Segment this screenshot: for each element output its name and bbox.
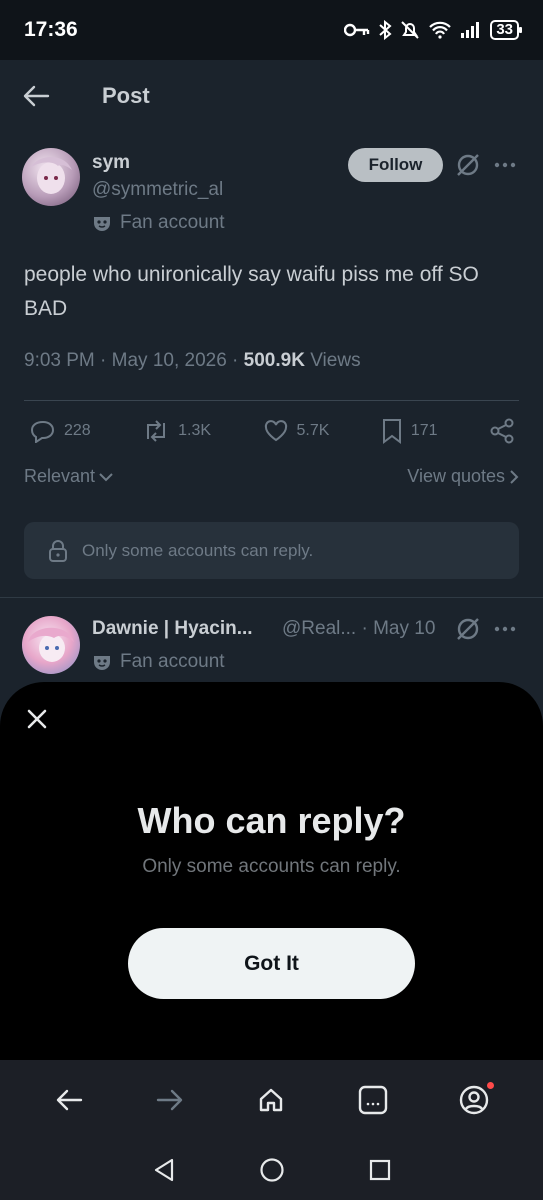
view-quotes-link[interactable]: View quotes [407,466,519,487]
bookmark-icon [382,419,401,444]
system-home-icon[interactable] [259,1157,285,1183]
key-icon [344,23,370,37]
like-count: 5.7K [296,422,330,439]
like-icon [264,420,287,442]
author-avatar[interactable] [22,148,80,206]
back-arrow-icon [56,1089,82,1111]
chevron-down-icon [99,472,113,481]
browser-tabs-button[interactable] [351,1078,395,1122]
status-icons: 33 [344,20,522,40]
tabs-icon [358,1085,388,1115]
status-time: 17:36 [24,18,78,41]
bookmark-action[interactable]: 171 [381,418,438,444]
repost-icon [147,420,166,442]
repost-action[interactable]: 1.3K [142,419,211,443]
reply-action[interactable]: 228 [30,419,91,443]
more-icon[interactable] [493,616,517,642]
bluetooth-icon [379,20,392,40]
close-icon[interactable] [24,706,50,732]
reply-restriction-banner: Only some accounts can reply. [24,522,519,579]
sort-dropdown[interactable]: Relevant [24,466,113,487]
browser-back-button[interactable] [47,1078,91,1122]
more-icon[interactable] [493,152,517,178]
author-badge-label: Fan account [120,212,225,233]
share-icon[interactable] [489,418,515,444]
mask-icon [94,656,110,670]
who-can-reply-sheet: Who can reply? Only some accounts can re… [0,682,543,1060]
post-views-label: Views [304,350,361,371]
profile-icon [460,1085,489,1115]
mask-icon [94,217,110,231]
got-it-button[interactable]: Got It [128,928,415,999]
page-title: Post [102,83,150,108]
post-views-count: 500.9K [243,350,305,371]
reply-restriction-text: Only some accounts can reply. [82,540,314,560]
mute-bell-icon [401,21,420,39]
browser-forward-button[interactable] [148,1078,192,1122]
reply-author-badge: Fan account [92,651,225,673]
browser-profile-button[interactable] [452,1078,496,1122]
reply-author-name[interactable]: Dawnie | Hyacin... [92,618,253,640]
battery-indicator: 33 [490,20,522,40]
system-back-icon[interactable] [152,1157,176,1183]
author-name[interactable]: sym [92,152,130,174]
follow-button[interactable]: Follow [348,148,443,182]
post-text: people who unironically say waifu piss m… [24,263,479,320]
like-action[interactable]: 5.7K [263,419,330,443]
post-author: sym @symmetric_al Fan account Follow [22,146,521,246]
browser-home-button[interactable] [249,1078,293,1122]
reply-avatar[interactable] [22,616,80,674]
browser-navigation-bar [0,1060,543,1140]
bookmark-count: 171 [410,422,438,439]
signal-icon [461,22,480,38]
divider [0,597,543,598]
sheet-title: Who can reply? [137,800,406,841]
system-recents-icon[interactable] [368,1158,392,1182]
reply-icon [30,420,55,443]
notification-dot [487,1082,495,1089]
lock-icon [49,539,67,562]
divider [24,400,519,401]
sort-row: Relevant View quotes [24,466,519,487]
grok-icon[interactable] [455,616,481,642]
grok-icon[interactable] [455,152,481,178]
reply-badge-label: Fan account [120,651,225,672]
post-meta: 9:03 PM · May 10, 2026 · 500.9K Views [24,350,361,372]
sort-dropdown-label: Relevant [24,466,96,486]
post-actions: 228 1.3K 5.7K 171 [30,418,515,444]
sheet-subtitle: Only some accounts can reply. [142,856,401,877]
chevron-right-icon [510,469,519,484]
top-bar: Post [0,60,543,132]
system-navigation-bar [0,1140,543,1200]
view-quotes-label: View quotes [407,466,505,486]
status-bar: 17:36 33 [0,0,543,60]
post-timestamp: 9:03 PM · May 10, 2026 · [24,350,244,371]
reply-handle-date: @Real... · May 10 [282,618,436,639]
home-icon [260,1088,283,1112]
author-badge: Fan account [92,212,225,234]
wifi-icon [429,21,452,39]
repost-count: 1.3K [178,422,212,439]
back-arrow-icon[interactable] [22,84,50,108]
author-handle[interactable]: @symmetric_al [92,179,223,201]
reply-count: 228 [64,422,91,439]
forward-arrow-icon [156,1089,183,1111]
